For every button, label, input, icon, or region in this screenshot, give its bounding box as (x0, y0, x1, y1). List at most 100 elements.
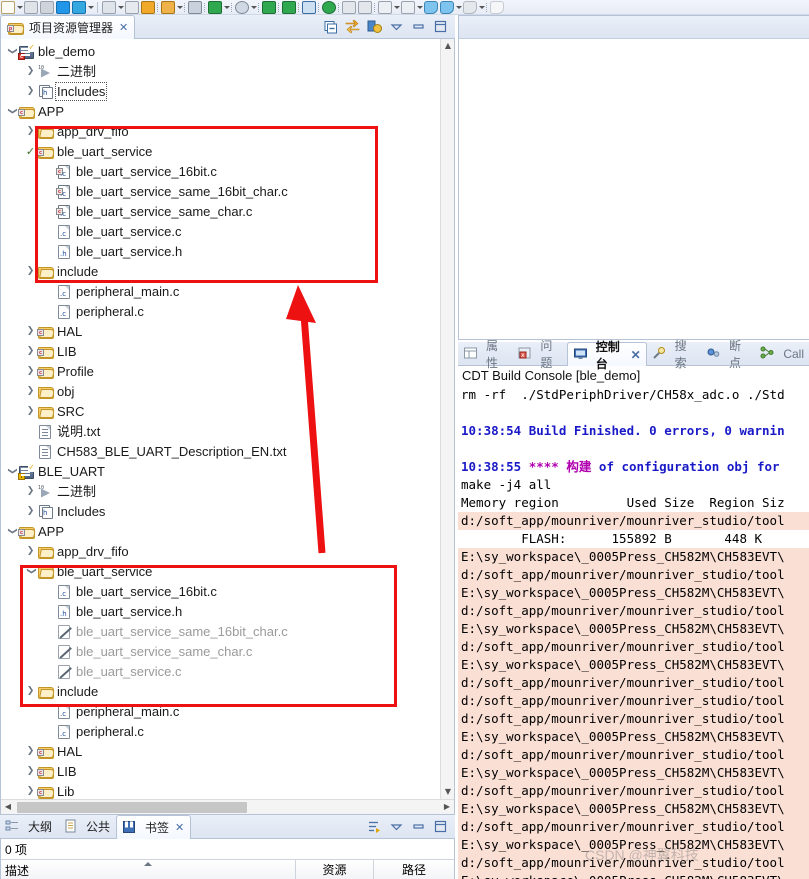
open-perspective-icon[interactable] (102, 0, 116, 14)
expand-arrow-closed-icon[interactable] (24, 126, 37, 136)
tab-project-explorer[interactable]: p 项目资源管理器 ✕ (0, 15, 136, 39)
scroll-left-icon[interactable]: ◀ (1, 800, 15, 814)
tree-item[interactable]: cHAL (1, 321, 440, 341)
build-all-icon[interactable] (56, 0, 70, 14)
tree-item[interactable]: ble_uart_service.c (1, 661, 440, 681)
tree-item[interactable]: 说明.txt (1, 421, 440, 441)
comment-icon[interactable] (424, 0, 438, 14)
tab-bookmarks[interactable]: 书签 ✕ (116, 815, 192, 839)
tree-item[interactable]: ble_uart_service_same_char.c (1, 641, 440, 661)
terminal-icon[interactable] (188, 0, 202, 14)
tree-item[interactable]: 二进制 (1, 481, 440, 501)
view-dropdown-icon[interactable] (389, 19, 404, 34)
close-icon[interactable]: ✕ (119, 21, 128, 34)
refresh-icon[interactable] (322, 0, 336, 14)
comment-white-icon[interactable] (490, 0, 504, 14)
book-icon[interactable] (141, 0, 155, 14)
expand-arrow-closed-icon[interactable] (24, 686, 37, 696)
scroll-right-icon[interactable]: ▶ (440, 800, 454, 814)
perspective-dropdown-arrow[interactable] (117, 1, 124, 14)
tree-item[interactable]: ble_uart_service.c (1, 221, 440, 241)
project-tree[interactable]: ✓cble_demo二进制hIncludescAPPapp_drv_fifocb… (1, 39, 440, 799)
tab-breakpoints[interactable]: 断点 (701, 339, 755, 370)
expand-arrow-closed-icon[interactable] (24, 766, 37, 776)
new-file-dropdown-arrow[interactable] (16, 1, 23, 14)
expand-arrow-open-icon[interactable] (5, 46, 18, 56)
comment-grey-icon[interactable] (463, 0, 477, 14)
sort-dropdown-arrow[interactable] (416, 1, 423, 14)
toolbar-new-file-button[interactable] (0, 0, 16, 14)
tree-item[interactable]: ble_uart_service_16bit.c (1, 581, 440, 601)
tree-item[interactable]: peripheral.c (1, 721, 440, 741)
scroll-down-icon[interactable]: ▼ (441, 785, 454, 799)
close-icon[interactable]: ✕ (631, 348, 641, 362)
build-dropdown-arrow[interactable] (87, 1, 94, 14)
save-icon[interactable] (24, 0, 38, 14)
run-dropdown-arrow[interactable] (223, 1, 230, 14)
scroll-up-icon[interactable]: ▲ (441, 39, 454, 53)
tree-item[interactable]: 二进制 (1, 61, 440, 81)
expand-arrow-closed-icon[interactable] (24, 66, 37, 76)
expand-arrow-open-icon[interactable] (5, 526, 18, 536)
expand-arrow-closed-icon[interactable] (24, 506, 37, 516)
expand-arrow-closed-icon[interactable] (24, 546, 37, 556)
tab-outline[interactable]: 大纲 (0, 815, 58, 838)
tree-item[interactable]: obj (1, 381, 440, 401)
maximize-icon[interactable] (433, 819, 448, 834)
tree-item[interactable]: cble_uart_service_same_16bit_char.c (1, 181, 440, 201)
comment-dropdown-arrow[interactable] (455, 1, 462, 14)
tree-horizontal-scrollbar[interactable]: ◀ ▶ (1, 799, 454, 814)
tree-item[interactable]: hIncludes (1, 501, 440, 521)
close-icon[interactable]: ✕ (175, 821, 184, 834)
tree-item[interactable]: cble_uart_service_same_char.c (1, 201, 440, 221)
expand-arrow-open-icon[interactable] (5, 466, 18, 476)
tree-item[interactable]: peripheral.c (1, 301, 440, 321)
sort-icon[interactable] (401, 0, 415, 14)
view-menu-icon[interactable] (367, 19, 382, 34)
tree-item[interactable]: ble_uart_service (1, 561, 440, 581)
tree-item[interactable]: SRC (1, 401, 440, 421)
expand-arrow-closed-icon[interactable] (24, 746, 37, 756)
minimize-icon[interactable] (411, 819, 426, 834)
outline-icon[interactable] (378, 0, 392, 14)
search-dropdown-arrow[interactable] (250, 1, 257, 14)
tree-item[interactable]: ✓cble_demo (1, 41, 440, 61)
console-icon[interactable] (302, 0, 316, 14)
expand-arrow-closed-icon[interactable] (24, 486, 37, 496)
maximize-icon[interactable] (433, 19, 448, 34)
tab-search[interactable]: 搜索 (647, 339, 701, 370)
minimize-icon[interactable] (411, 19, 426, 34)
id-icon[interactable] (262, 0, 276, 14)
column-header-path[interactable]: 路径 (374, 860, 454, 879)
collapse-all-icon[interactable] (323, 19, 338, 34)
expand-arrow-closed-icon[interactable] (24, 406, 37, 416)
tab-problems[interactable]: x 问题 (512, 339, 566, 370)
tree-item[interactable]: hIncludes (1, 81, 440, 101)
tree-item[interactable]: ble_uart_service_same_16bit_char.c (1, 621, 440, 641)
expand-arrow-closed-icon[interactable] (24, 326, 37, 336)
column-header-description[interactable]: 描述 (1, 860, 296, 879)
tree-item[interactable]: app_drv_fifo (1, 541, 440, 561)
tree-item[interactable]: ble_uart_service.h (1, 601, 440, 621)
download-dropdown-arrow[interactable] (176, 1, 183, 14)
tab-common[interactable]: 公共 (58, 815, 116, 838)
tab-properties[interactable]: 属性 (458, 339, 512, 370)
help-icon[interactable] (282, 0, 296, 14)
tree-item[interactable]: cble_uart_service_16bit.c (1, 161, 440, 181)
console-output[interactable]: make -j4 cleanrm -rf ./StdPeriphDriver/C… (458, 387, 809, 879)
expand-arrow-closed-icon[interactable] (24, 366, 37, 376)
search-icon[interactable] (235, 0, 249, 14)
tree-item[interactable]: ✓!BLE_UART (1, 461, 440, 481)
step-icon[interactable] (342, 0, 356, 14)
check-icon[interactable] (24, 145, 37, 158)
expand-arrow-closed-icon[interactable] (24, 266, 37, 276)
tree-item[interactable]: CH583_BLE_UART_Description_EN.txt (1, 441, 440, 461)
tree-item[interactable]: cLib (1, 781, 440, 799)
tree-item[interactable]: cProfile (1, 361, 440, 381)
step-over-icon[interactable] (358, 0, 372, 14)
expand-arrow-closed-icon[interactable] (24, 346, 37, 356)
tree-vertical-scrollbar[interactable]: ▲ ▼ (440, 39, 454, 799)
tree-item[interactable]: include (1, 261, 440, 281)
tree-item[interactable]: ble_uart_service.h (1, 241, 440, 261)
tree-item[interactable]: cAPP (1, 521, 440, 541)
